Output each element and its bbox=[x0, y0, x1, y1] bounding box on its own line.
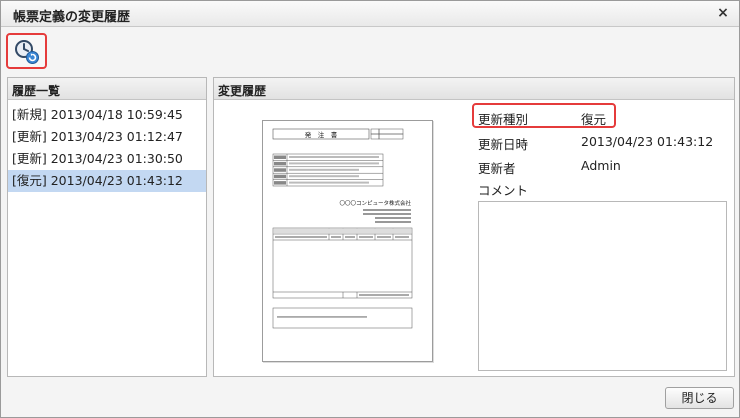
updated-by-value: Admin bbox=[581, 158, 621, 173]
details-panel-header: 変更履歴 bbox=[214, 78, 734, 100]
history-panel: 履歴一覧 [新規] 2013/04/18 10:59:45 [更新] 2013/… bbox=[7, 77, 207, 377]
preview-company-name: 〇〇〇コンピュータ株式会社 bbox=[339, 199, 411, 207]
close-button[interactable]: 閉じる bbox=[665, 387, 734, 409]
history-item[interactable]: [更新] 2013/04/23 01:30:50 bbox=[8, 148, 206, 170]
history-item[interactable]: [更新] 2013/04/23 01:12:47 bbox=[8, 126, 206, 148]
history-dialog: 帳票定義の変更履歴 × 履歴一覧 [新規] 2013/04/18 10:59:4… bbox=[0, 0, 740, 418]
update-type-label: 更新種別 bbox=[478, 112, 529, 127]
clock-restore-icon bbox=[15, 40, 39, 64]
update-type-value: 復元 bbox=[581, 112, 607, 127]
form-preview-image: 発 注 書 〇〇〇コンピュータ株式会社 bbox=[272, 128, 413, 329]
restore-button[interactable] bbox=[6, 33, 47, 69]
comment-label: コメント bbox=[478, 183, 529, 198]
close-icon[interactable]: × bbox=[715, 5, 731, 21]
update-datetime-label: 更新日時 bbox=[478, 137, 529, 152]
toolbar bbox=[1, 28, 739, 70]
history-item[interactable]: [新規] 2013/04/18 10:59:45 bbox=[8, 104, 206, 126]
comment-field[interactable] bbox=[478, 201, 727, 371]
preview-doc-title: 発 注 書 bbox=[305, 130, 338, 139]
details-panel: 変更履歴 発 注 書 〇〇〇コンピュータ株式会社 更新種別 復元 更新日時 20… bbox=[213, 77, 735, 377]
updated-by-label: 更新者 bbox=[478, 161, 516, 176]
dialog-title: 帳票定義の変更履歴 bbox=[13, 10, 131, 25]
dialog-titlebar: 帳票定義の変更履歴 × bbox=[1, 1, 739, 27]
history-item-selected[interactable]: [復元] 2013/04/23 01:43:12 bbox=[8, 170, 206, 192]
form-preview-thumbnail: 発 注 書 〇〇〇コンピュータ株式会社 bbox=[262, 120, 433, 362]
update-datetime-value: 2013/04/23 01:43:12 bbox=[581, 134, 714, 149]
history-list: [新規] 2013/04/18 10:59:45 [更新] 2013/04/23… bbox=[8, 100, 206, 192]
history-panel-header: 履歴一覧 bbox=[8, 78, 206, 100]
